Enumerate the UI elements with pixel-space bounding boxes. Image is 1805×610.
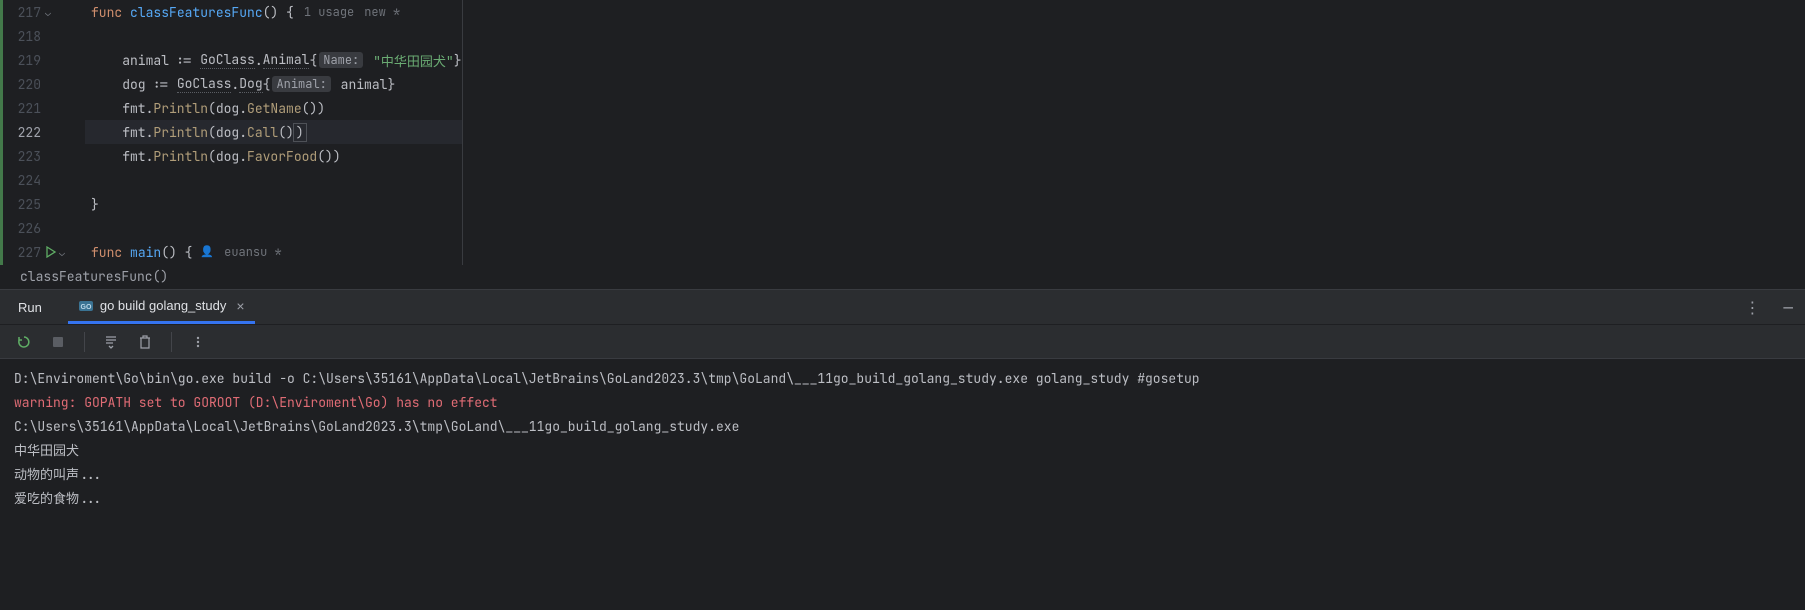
editor-split-right: [463, 0, 1132, 265]
author-icon: 👤: [200, 245, 214, 259]
gutter-row[interactable]: 222: [3, 120, 85, 144]
fold-arrow-icon[interactable]: ⌄: [45, 6, 51, 19]
gutter-row[interactable]: 219: [3, 48, 85, 72]
gutter-row[interactable]: 223: [3, 144, 85, 168]
console-output[interactable]: D:\Enviroment\Go\bin\go.exe build -o C:\…: [0, 359, 1805, 519]
breadcrumb-item[interactable]: classFeaturesFunc(): [20, 268, 168, 285]
code-line[interactable]: [85, 216, 462, 240]
cursor: ): [294, 124, 306, 141]
code-line[interactable]: [85, 168, 462, 192]
line-number: 219: [3, 52, 45, 69]
console-line: D:\Enviroment\Go\bin\go.exe build -o C:\…: [14, 367, 1791, 391]
code-line[interactable]: }: [85, 192, 462, 216]
scroll-to-end-button[interactable]: [101, 332, 121, 352]
toolbar-separator: [84, 332, 85, 352]
line-number: 225: [3, 196, 45, 213]
run-gutter-icon[interactable]: [45, 246, 57, 258]
clear-all-button[interactable]: [135, 332, 155, 352]
fold-arrow-icon[interactable]: ⌄: [59, 246, 65, 259]
line-number: 222: [3, 124, 45, 141]
line-number: 217: [3, 4, 45, 21]
line-number: 227: [3, 244, 45, 261]
gutter-row[interactable]: 221: [3, 96, 85, 120]
author-hint[interactable]: euansu *: [224, 244, 282, 260]
console-line: 中华田园犬: [14, 439, 1791, 463]
run-panel-header: Run GO go build golang_study × ⋮ —: [0, 289, 1805, 325]
editor-area[interactable]: 217 ⌄ 218 219 220 221 222: [0, 0, 463, 265]
keyword: func: [91, 4, 122, 21]
go-file-icon: GO: [78, 298, 94, 314]
param-hint: Name:: [319, 52, 363, 68]
breadcrumb[interactable]: classFeaturesFunc(): [0, 265, 1805, 289]
gutter-row[interactable]: 227 ⌄: [3, 240, 85, 264]
gutter-row[interactable]: 225: [3, 192, 85, 216]
line-number: 221: [3, 100, 45, 117]
line-number: 223: [3, 148, 45, 165]
gutter-row[interactable]: 226: [3, 216, 85, 240]
code-line[interactable]: dog := GoClass.Dog{Animal: animal}: [85, 72, 462, 96]
run-toolbar: [0, 325, 1805, 359]
function-name: main: [130, 244, 161, 261]
code-line[interactable]: func main() { 👤euansu *: [85, 240, 462, 264]
line-number: 220: [3, 76, 45, 93]
hide-panel-icon[interactable]: —: [1777, 297, 1799, 318]
rerun-button[interactable]: [14, 332, 34, 352]
line-number: 218: [3, 28, 45, 45]
gutter-row[interactable]: 220: [3, 72, 85, 96]
close-tab-icon[interactable]: ×: [236, 298, 244, 314]
run-config-tab[interactable]: GO go build golang_study ×: [68, 290, 255, 324]
new-hint: new *: [364, 4, 400, 20]
code-area[interactable]: func classFeaturesFunc() { 1 usage new *…: [85, 0, 462, 265]
code-line[interactable]: fmt.Println(dog.GetName()): [85, 96, 462, 120]
code-line[interactable]: func classFeaturesFunc() { 1 usage new *: [85, 0, 462, 24]
more-options-icon[interactable]: ⋮: [1736, 297, 1769, 318]
console-more-icon[interactable]: [188, 332, 208, 352]
stop-button[interactable]: [48, 332, 68, 352]
keyword: func: [91, 244, 122, 261]
console-line: C:\Users\35161\AppData\Local\JetBrains\G…: [14, 415, 1791, 439]
line-number: 226: [3, 220, 45, 237]
gutter: 217 ⌄ 218 219 220 221 222: [3, 0, 85, 265]
param-hint: Animal:: [272, 76, 330, 92]
console-warning-line: warning: GOPATH set to GOROOT (D:\Enviro…: [14, 391, 1791, 415]
gutter-row[interactable]: 224: [3, 168, 85, 192]
gutter-row[interactable]: 217 ⌄: [3, 0, 85, 24]
console-line: 爱吃的食物...: [14, 487, 1791, 511]
run-tab-label: go build golang_study: [100, 298, 227, 313]
run-tool-title[interactable]: Run: [18, 300, 42, 315]
line-number: 224: [3, 172, 45, 189]
function-name: classFeaturesFunc: [130, 4, 263, 21]
svg-text:GO: GO: [80, 304, 91, 311]
code-line[interactable]: animal := GoClass.Animal{Name: "中华田园犬"}: [85, 48, 462, 72]
gutter-row[interactable]: 218: [3, 24, 85, 48]
code-line[interactable]: [85, 24, 462, 48]
usage-hint[interactable]: 1 usage: [304, 4, 354, 20]
editor-wrap: 217 ⌄ 218 219 220 221 222: [0, 0, 1805, 265]
code-line[interactable]: fmt.Println(dog.FavorFood()): [85, 144, 462, 168]
console-line: 动物的叫声...: [14, 463, 1791, 487]
code-line-current[interactable]: fmt.Println(dog.Call()): [85, 120, 462, 144]
toolbar-separator: [171, 332, 172, 352]
